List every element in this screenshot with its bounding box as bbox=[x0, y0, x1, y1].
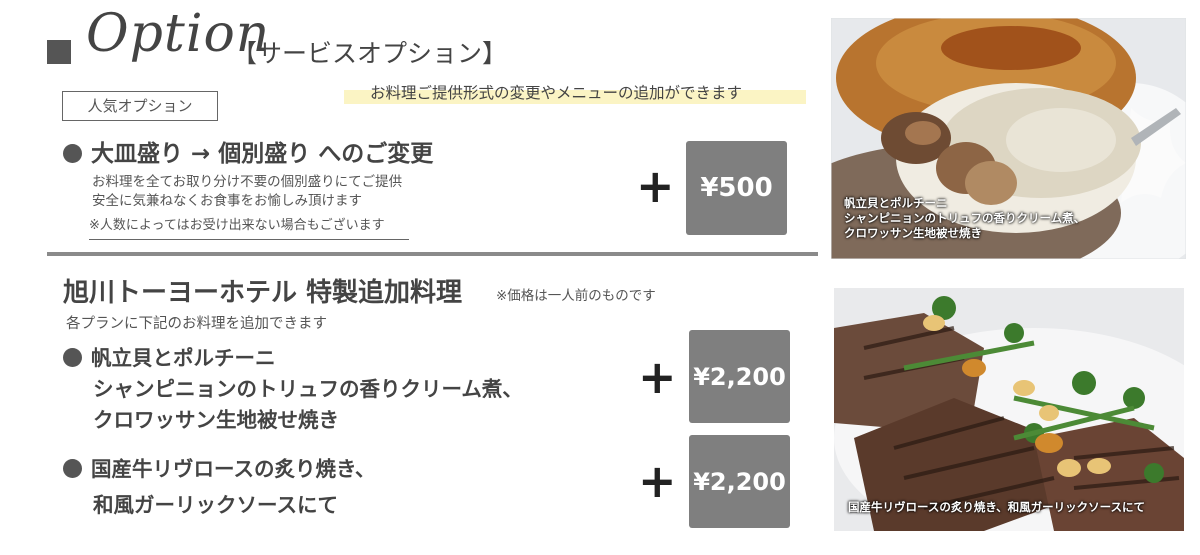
dish-2-line1: 国産牛リヴロースの炙り焼き、 bbox=[91, 457, 376, 481]
caption-top-line2: シャンピニョンのトリュフの香りクリーム煮、 bbox=[844, 211, 1086, 225]
photo-beef-loin: 国産牛リヴロースの炙り焼き、和風ガーリックソースにて bbox=[834, 288, 1184, 531]
dish-item-beef: 国産牛リヴロースの炙り焼き、 和風ガーリックソースにて bbox=[63, 451, 376, 523]
price-box-2200-scallop: ¥2,200 bbox=[689, 330, 790, 423]
bullet-dot bbox=[63, 459, 82, 478]
beef-loin-image bbox=[834, 288, 1184, 531]
note-underline bbox=[89, 239, 409, 240]
dish-1-line1: 帆立貝とポルチーニ bbox=[91, 346, 276, 370]
photo-caption-bottom: 国産牛リヴロースの炙り焼き、和風ガーリックソースにて bbox=[848, 500, 1146, 514]
header-subtitle: お料理ご提供形式の変更やメニューの追加ができます bbox=[370, 84, 743, 102]
header-square-bullet bbox=[47, 40, 71, 64]
plus-sign: + bbox=[636, 159, 675, 213]
price-per-person-note: ※価格は一人前のものです bbox=[496, 288, 656, 304]
popular-option-title: 大皿盛り → 個別盛り へのご変更 bbox=[63, 134, 433, 168]
dish-1-line2: シャンピニョンのトリュフの香りクリーム煮、 bbox=[93, 377, 523, 401]
caption-top-line3: クロワッサン生地被せ焼き bbox=[844, 226, 982, 240]
price-box-2200-beef: ¥2,200 bbox=[689, 435, 790, 528]
popular-desc-line1: お料理を全てお取り分け不要の個別盛りにてご提供 bbox=[92, 174, 403, 190]
dish-2-line2: 和風ガーリックソースにて bbox=[93, 493, 338, 517]
photo-caption-top: 帆立貝とポルチーニ シャンピニョンのトリュフの香りクリーム煮、 クロワッサン生地… bbox=[844, 196, 1085, 241]
price-box-500: ¥500 bbox=[686, 141, 787, 235]
popular-option-badge: 人気オプション bbox=[62, 91, 218, 121]
caption-top-line1: 帆立貝とポルチーニ bbox=[844, 196, 948, 210]
plus-sign: + bbox=[638, 454, 677, 508]
special-dishes-subtitle: 各プランに下記のお料理を追加できます bbox=[66, 316, 327, 332]
popular-desc-line2: 安全に気兼ねなくお食事をお愉しみ頂けます bbox=[92, 193, 362, 209]
bullet-dot bbox=[63, 144, 82, 163]
photo-scallop-pot-pie: 帆立貝とポルチーニ シャンピニョンのトリュフの香りクリーム煮、 クロワッサン生地… bbox=[831, 18, 1186, 259]
section-divider bbox=[47, 252, 818, 256]
plus-sign: + bbox=[638, 350, 677, 404]
popular-option-title-text: 大皿盛り → 個別盛り へのご変更 bbox=[91, 141, 434, 167]
bullet-dot bbox=[63, 348, 82, 367]
dish-1-line3: クロワッサン生地被せ焼き bbox=[93, 408, 339, 432]
service-option-title: 【サービスオプション】 bbox=[232, 39, 508, 68]
popular-note: ※人数によってはお受け出来ない場合もございます bbox=[89, 218, 385, 233]
dish-item-scallop: 帆立貝とポルチーニ シャンピニョンのトリュフの香りクリーム煮、 クロワッサン生地… bbox=[63, 343, 523, 436]
special-dishes-title: 旭川トーヨーホテル 特製追加料理 bbox=[63, 278, 463, 308]
